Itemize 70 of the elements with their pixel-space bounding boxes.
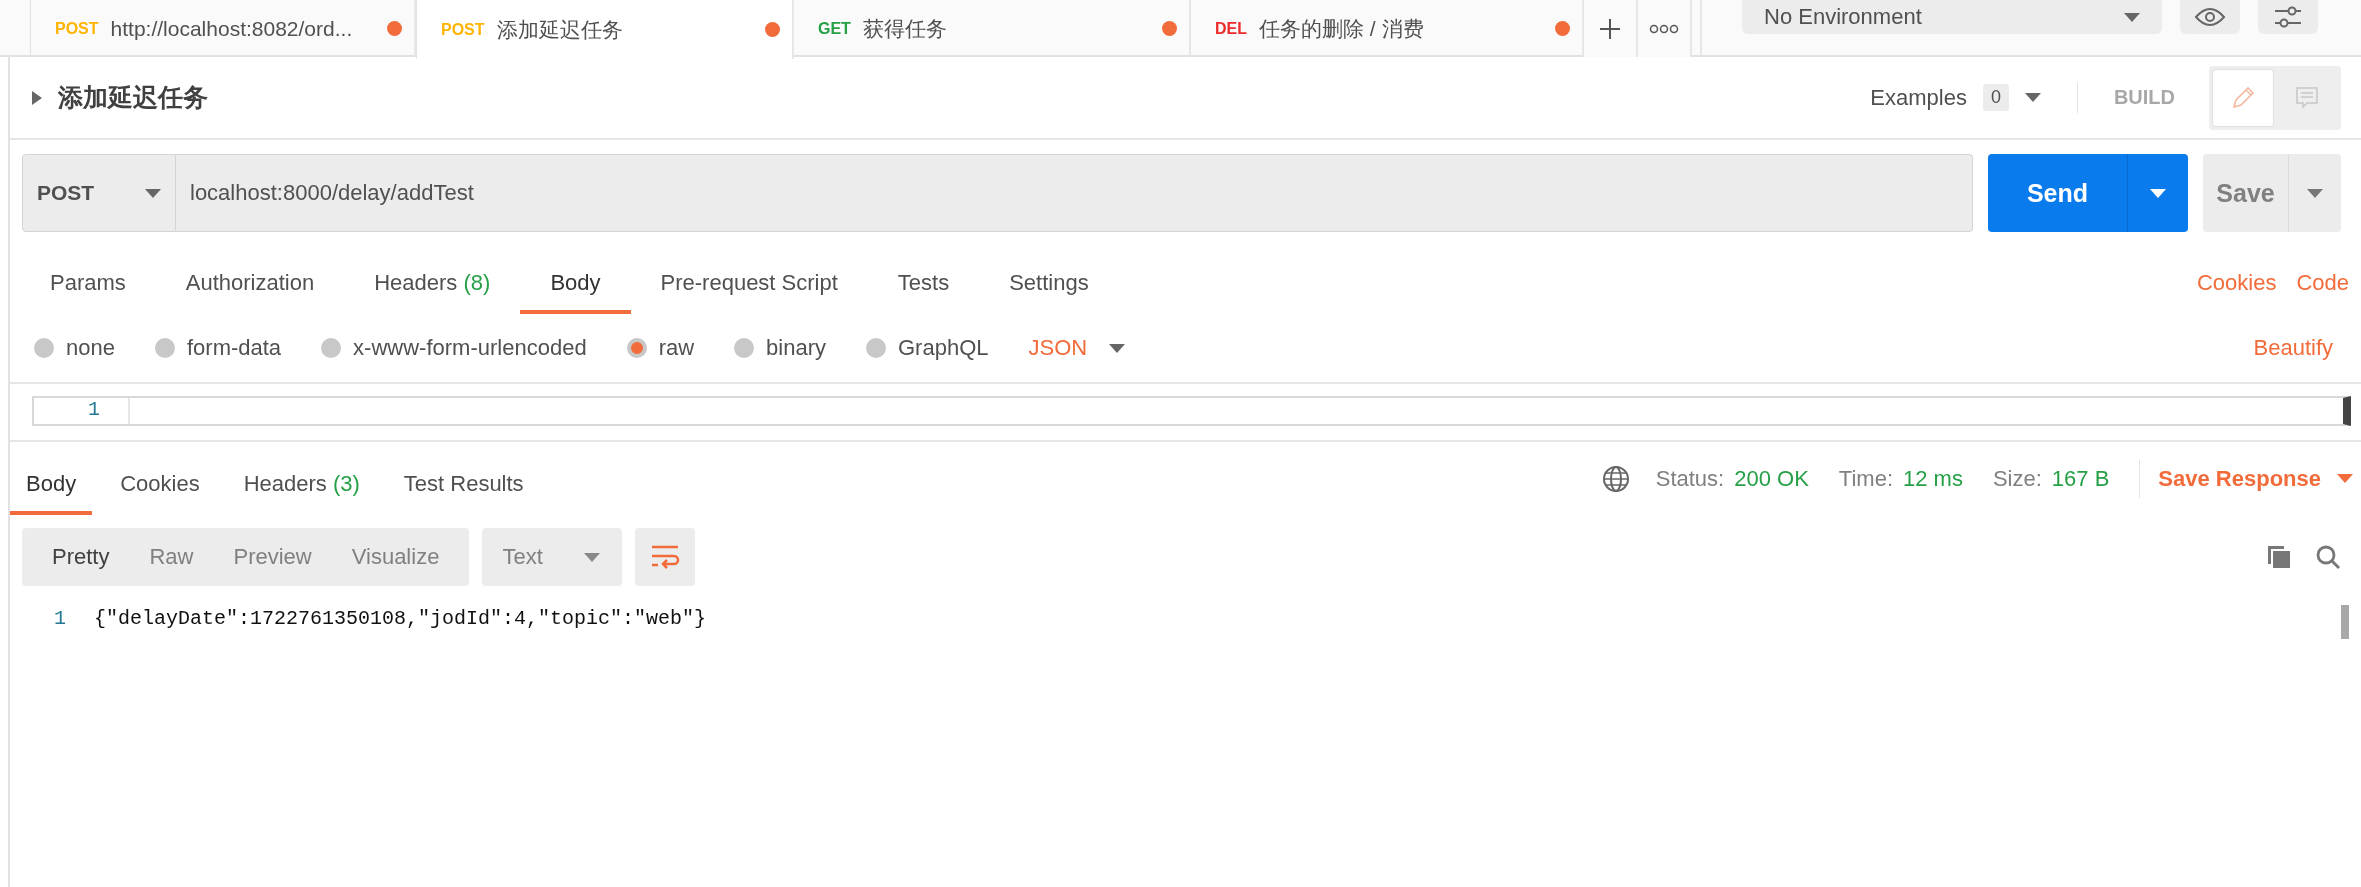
pencil-icon <box>2230 84 2256 111</box>
request-section-tab[interactable]: Headers (8) <box>344 270 521 314</box>
line-number: 1 <box>34 398 130 424</box>
wrap-lines-button[interactable] <box>635 528 696 586</box>
search-icon[interactable] <box>2315 544 2341 570</box>
body-editor[interactable]: 1 <box>32 396 2351 426</box>
globe-icon[interactable] <box>1601 464 1630 493</box>
response-tab[interactable]: Test Results <box>387 455 540 515</box>
body-type-radio[interactable]: form-data <box>154 335 282 361</box>
response-tab[interactable]: Body <box>10 455 93 515</box>
tab-title: 任务的删除 / 消费 <box>1259 15 1425 42</box>
caret-icon <box>584 552 601 562</box>
sliders-icon <box>2273 5 2303 29</box>
request-section-tab[interactable]: Tests <box>867 270 980 314</box>
tab-title: http://localhost:8082/ord... <box>110 16 354 41</box>
request-tab[interactable]: POST 添加延迟任务 <box>416 0 794 59</box>
environment-dropdown[interactable]: No Environment <box>1742 0 2162 34</box>
response-tab[interactable]: Cookies <box>104 455 216 515</box>
new-tab-button[interactable] <box>1584 0 1638 57</box>
line-number: 1 <box>53 606 67 630</box>
time-label: Time: <box>1838 465 1893 492</box>
send-button[interactable]: Send <box>1988 154 2188 232</box>
wrap-icon <box>650 544 681 570</box>
method-label: POST <box>441 20 485 39</box>
caret-icon <box>1109 343 1126 353</box>
caret-icon[interactable] <box>2150 188 2166 198</box>
method-label: POST <box>55 19 99 38</box>
request-section-tab[interactable]: Authorization <box>155 270 345 314</box>
size-value: 167 B <box>2051 465 2110 492</box>
body-type-radio[interactable]: x-www-form-urlencoded <box>321 335 587 361</box>
caret-icon <box>2337 474 2353 483</box>
environment-quick-look-button[interactable] <box>2180 0 2240 34</box>
caret-icon <box>2124 12 2140 22</box>
size-label: Size: <box>1992 465 2042 492</box>
body-type-radio[interactable]: none <box>34 335 115 361</box>
body-type-radio[interactable]: raw <box>626 335 695 361</box>
caret-icon[interactable] <box>2307 188 2323 198</box>
scrollbar[interactable] <box>2341 605 2349 639</box>
time-value: 12 ms <box>1903 465 1963 492</box>
more-tabs-button[interactable] <box>1638 0 1692 57</box>
settings-button[interactable] <box>2258 0 2318 34</box>
url-field[interactable]: localhost:8000/delay/addTest <box>176 154 1973 232</box>
caret-icon <box>145 188 161 198</box>
request-section-tab[interactable]: Params <box>40 270 156 314</box>
eye-icon <box>2194 7 2226 27</box>
method-label: GET <box>818 19 851 38</box>
tab-title: 添加延迟任务 <box>496 16 624 43</box>
method-dropdown[interactable]: POST <box>22 154 176 232</box>
plus-icon <box>1599 17 1621 40</box>
examples-count: 0 <box>1982 84 2009 111</box>
request-tab[interactable]: GET 获得任务 <box>794 0 1191 57</box>
code-line: {"delayDate":1722761350108,"jodId":4,"topic":"web"} <box>94 606 707 630</box>
comment-icon <box>2295 85 2319 110</box>
request-name: 添加延迟任务 <box>58 82 208 113</box>
view-mode-option[interactable]: Pretty <box>32 544 130 570</box>
status-value: 200 OK <box>1734 465 1809 492</box>
status-label: Status: <box>1655 465 1725 492</box>
body-type-radio[interactable]: GraphQL <box>866 335 989 361</box>
copy-icon[interactable] <box>2266 544 2292 570</box>
request-section-tab[interactable]: Settings <box>979 270 1119 314</box>
body-type-radio[interactable]: binary <box>734 335 826 361</box>
method-label: DEL <box>1215 19 1247 38</box>
request-section-tab[interactable]: Body <box>520 270 631 314</box>
examples-label[interactable]: Examples <box>1870 84 1967 111</box>
more-icon <box>1649 23 1679 34</box>
request-section-tab[interactable]: Pre-request Script <box>630 270 868 314</box>
expand-arrow-icon[interactable] <box>32 90 42 105</box>
tab-title: 获得任务 <box>862 15 948 42</box>
caret-icon[interactable] <box>2024 93 2041 102</box>
response-tab[interactable]: Headers (3) <box>227 455 376 515</box>
